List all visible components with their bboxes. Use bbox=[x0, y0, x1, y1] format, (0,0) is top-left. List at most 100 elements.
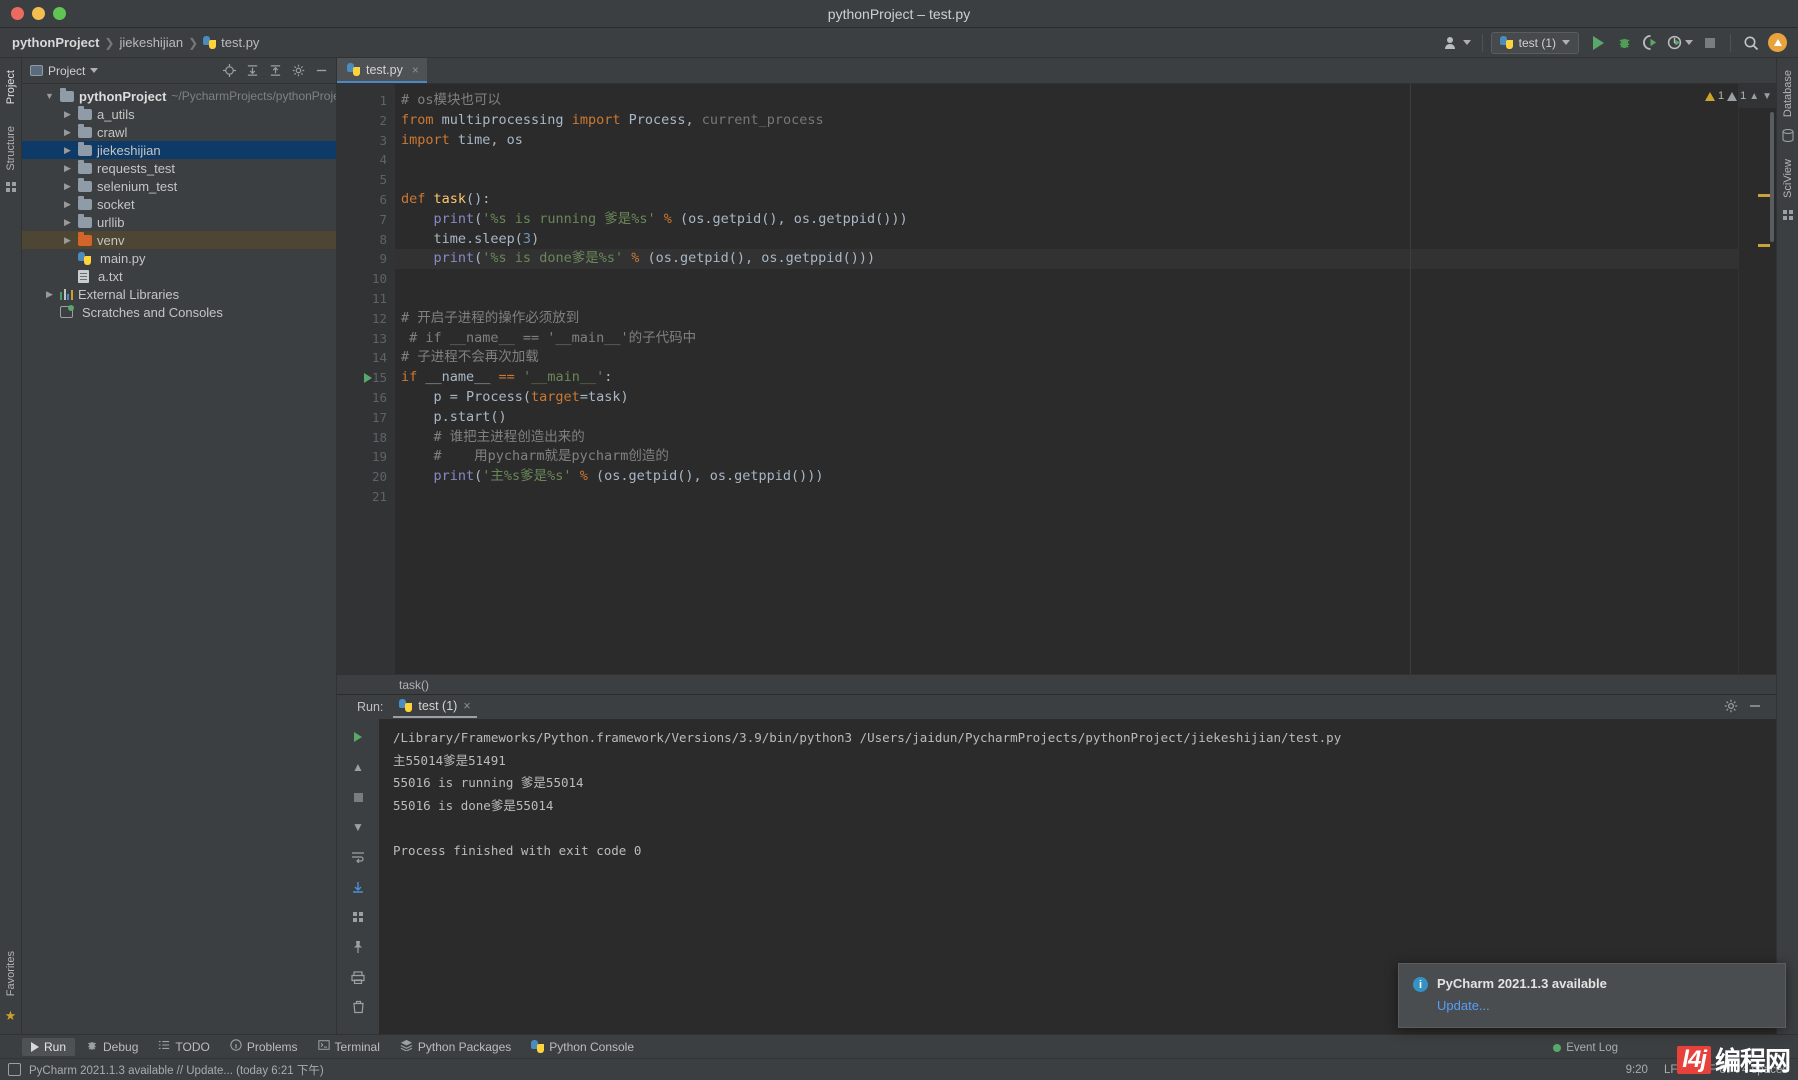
tree-item-pythonproject[interactable]: ▼ pythonProject ~/PycharmProjects/python… bbox=[22, 87, 336, 105]
breadcrumb-folder[interactable]: jiekeshijian bbox=[119, 35, 183, 50]
project-tree[interactable]: ▼ pythonProject ~/PycharmProjects/python… bbox=[22, 84, 336, 1034]
profile-button[interactable] bbox=[1664, 31, 1696, 55]
folder-icon bbox=[78, 105, 92, 120]
chevron-right-icon[interactable]: ▶ bbox=[44, 289, 55, 300]
tree-item-a-txt[interactable]: a.txt bbox=[22, 267, 336, 285]
event-log-indicator bbox=[1553, 1044, 1562, 1052]
chevron-down-icon[interactable]: ▼ bbox=[44, 91, 55, 101]
notification-popup[interactable]: i PyCharm 2021.1.3 available Update... bbox=[1398, 963, 1786, 1028]
chevron-right-icon[interactable]: ▶ bbox=[62, 145, 73, 156]
editor-tab-test-py[interactable]: test.py × bbox=[337, 58, 427, 83]
line-number: 17 bbox=[371, 409, 387, 425]
bottom-tab-todo[interactable]: TODO bbox=[149, 1037, 218, 1056]
editor-breadcrumb[interactable]: task() bbox=[337, 674, 1776, 694]
chevron-right-icon[interactable]: ▶ bbox=[62, 127, 73, 138]
rerun-icon[interactable] bbox=[350, 729, 366, 745]
search-everywhere-button[interactable] bbox=[1739, 31, 1763, 55]
chevron-up-icon[interactable]: ▲ bbox=[1749, 91, 1759, 102]
bottom-tab-debug[interactable]: Debug bbox=[77, 1037, 147, 1056]
folder-icon bbox=[78, 213, 92, 228]
notification-update-link[interactable]: Update... bbox=[1437, 998, 1771, 1013]
hide-panel-icon[interactable] bbox=[314, 64, 328, 78]
gear-icon[interactable] bbox=[1724, 699, 1738, 716]
tool-tab-structure[interactable]: Structure bbox=[5, 120, 17, 177]
run-tab-test[interactable]: test (1) × bbox=[393, 697, 477, 718]
event-log-label: Event Log bbox=[1566, 1042, 1618, 1054]
scroll-to-end-icon[interactable] bbox=[350, 879, 366, 895]
tree-item-scratches[interactable]: Scratches and Consoles bbox=[22, 303, 336, 321]
tree-item-requests-test[interactable]: ▶ requests_test bbox=[22, 159, 336, 177]
hide-panel-icon[interactable] bbox=[1748, 699, 1762, 716]
tool-tab-favorites[interactable]: Favorites bbox=[5, 945, 17, 1002]
close-run-tab-icon[interactable]: × bbox=[463, 699, 470, 713]
chevron-down-icon[interactable]: ▼ bbox=[1762, 91, 1772, 102]
expand-all-icon[interactable] bbox=[245, 64, 259, 78]
tool-tab-sciview[interactable]: SciView bbox=[1782, 153, 1794, 204]
inspection-marker[interactable] bbox=[1758, 244, 1770, 247]
line-separator[interactable]: LF bbox=[1664, 1064, 1677, 1076]
run-with-coverage-button[interactable] bbox=[1638, 31, 1662, 55]
project-panel-header: Project bbox=[22, 58, 336, 84]
stop-button[interactable] bbox=[1698, 31, 1722, 55]
tree-item-venv[interactable]: ▶ venv bbox=[22, 231, 336, 249]
tree-item-urllib[interactable]: ▶ urllib bbox=[22, 213, 336, 231]
grid-icon[interactable] bbox=[350, 909, 366, 925]
editor-gutter[interactable]: 1 2 3 4 5 6 7 8 9 10 11 12 13 14 15 16 1 bbox=[337, 84, 410, 674]
print-icon[interactable] bbox=[350, 969, 366, 985]
tree-item-selenium-test[interactable]: ▶ selenium_test bbox=[22, 177, 336, 195]
close-window-button[interactable] bbox=[11, 7, 24, 20]
maximize-window-button[interactable] bbox=[53, 7, 66, 20]
debug-button[interactable] bbox=[1612, 31, 1636, 55]
tree-item-main-py[interactable]: main.py bbox=[22, 249, 336, 267]
status-message[interactable]: PyCharm 2021.1.3 available // Update... … bbox=[29, 1062, 324, 1078]
chevron-right-icon[interactable]: ▶ bbox=[62, 199, 73, 210]
bottom-tab-python-packages[interactable]: Python Packages bbox=[391, 1037, 520, 1056]
update-available-button[interactable] bbox=[1765, 31, 1790, 55]
run-button[interactable] bbox=[1586, 31, 1610, 55]
code-content[interactable]: # os模块也可以 from multiprocessing import Pr… bbox=[395, 84, 1738, 674]
tree-item-crawl[interactable]: ▶ crawl bbox=[22, 123, 336, 141]
run-configuration-selector[interactable]: test (1) bbox=[1490, 31, 1579, 54]
tree-item-a-utils[interactable]: ▶ a_utils bbox=[22, 105, 336, 123]
minimize-window-button[interactable] bbox=[32, 7, 45, 20]
chevron-right-icon[interactable]: ▶ bbox=[62, 181, 73, 192]
chevron-right-icon[interactable]: ▶ bbox=[62, 235, 73, 246]
stop-icon[interactable] bbox=[350, 789, 366, 805]
caret-position[interactable]: 9:20 bbox=[1626, 1064, 1648, 1076]
chevron-right-icon[interactable]: ▶ bbox=[62, 217, 73, 228]
chevron-right-icon[interactable]: ▶ bbox=[62, 109, 73, 120]
scroll-up-icon[interactable]: ▲ bbox=[350, 759, 366, 775]
inspection-summary[interactable]: 1 1 ▲ ▼ bbox=[1704, 84, 1776, 108]
soft-wrap-icon[interactable] bbox=[350, 849, 366, 865]
close-tab-icon[interactable]: × bbox=[412, 63, 419, 77]
trash-icon[interactable] bbox=[350, 999, 366, 1015]
pin-icon[interactable] bbox=[350, 939, 366, 955]
tree-item-jiekeshijian[interactable]: ▶ jiekeshijian bbox=[22, 141, 336, 159]
chevron-right-icon[interactable]: ▶ bbox=[62, 163, 73, 174]
scroll-down-icon[interactable]: ▼ bbox=[350, 819, 366, 835]
inspection-strip[interactable]: 1 1 ▲ ▼ bbox=[1704, 84, 1776, 674]
user-settings-icon[interactable] bbox=[1441, 31, 1474, 55]
event-log-button[interactable]: Event Log bbox=[1553, 1042, 1618, 1054]
project-panel-title[interactable]: Project bbox=[30, 64, 99, 78]
bottom-tab-problems[interactable]: Problems bbox=[221, 1037, 307, 1056]
window-controls[interactable] bbox=[0, 7, 66, 20]
breadcrumb-project[interactable]: pythonProject bbox=[12, 35, 99, 50]
bottom-tab-run[interactable]: Run bbox=[22, 1037, 76, 1056]
gear-icon[interactable] bbox=[291, 64, 305, 78]
bottom-tab-python-console[interactable]: Python Console bbox=[522, 1038, 643, 1056]
run-line-icon[interactable] bbox=[364, 373, 372, 384]
library-icon bbox=[60, 288, 73, 300]
tree-item-socket[interactable]: ▶ socket bbox=[22, 195, 336, 213]
editor-scrollbar-thumb[interactable] bbox=[1770, 112, 1774, 242]
tree-item-external-libraries[interactable]: ▶ External Libraries bbox=[22, 285, 336, 303]
notification-icon[interactable] bbox=[8, 1063, 21, 1076]
locate-icon[interactable] bbox=[222, 64, 236, 78]
inspection-marker[interactable] bbox=[1758, 194, 1770, 197]
tool-tab-database[interactable]: Database bbox=[1782, 64, 1794, 123]
tool-tab-project[interactable]: Project bbox=[5, 64, 17, 110]
breadcrumb-file[interactable]: test.py bbox=[203, 35, 259, 50]
collapse-all-icon[interactable] bbox=[268, 64, 282, 78]
bottom-tab-terminal[interactable]: Terminal bbox=[309, 1037, 389, 1056]
